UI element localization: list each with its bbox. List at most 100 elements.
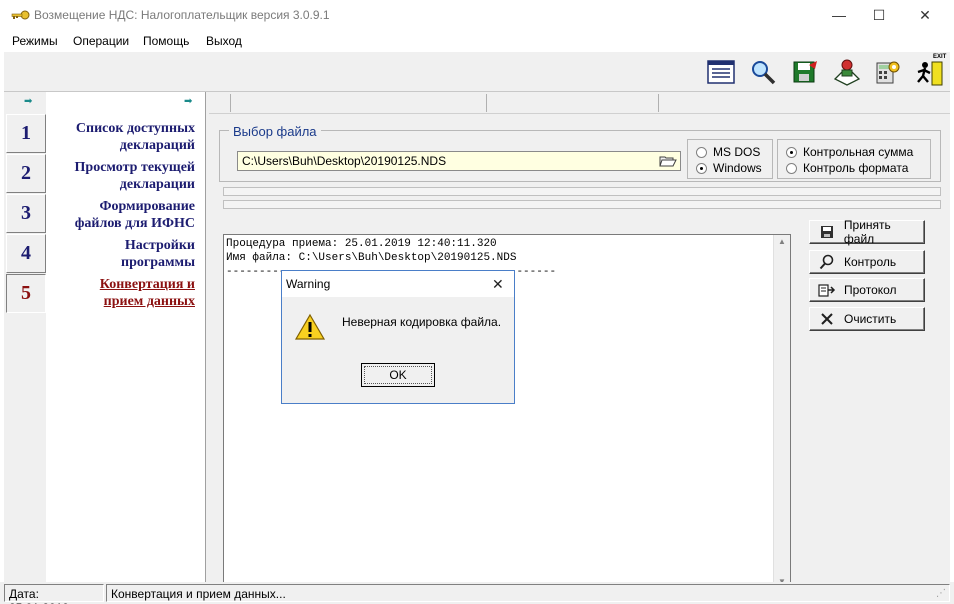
exit-run-icon — [917, 61, 943, 86]
progress-bar — [223, 200, 941, 209]
step-button-3[interactable]: 3 — [6, 194, 46, 233]
check-mode-radio-group: Контрольная сумма Контроль формата — [777, 139, 931, 179]
maximize-button[interactable]: ☐ — [856, 0, 902, 30]
radio-dot — [786, 162, 797, 174]
status-bar: Дата: 25.01.2019 Конвертация и прием дан… — [0, 582, 954, 604]
clear-button[interactable]: Очистить — [809, 307, 925, 331]
radio-dot — [696, 146, 707, 158]
toolbar-list-button[interactable] — [704, 56, 738, 88]
menu-modes[interactable]: Режимы — [12, 34, 58, 48]
radio-label: MS DOS — [713, 145, 761, 159]
protocol-document-icon — [818, 282, 836, 298]
browse-folder-button[interactable] — [658, 153, 678, 169]
document-list-icon — [707, 60, 735, 84]
warning-triangle-icon — [294, 313, 326, 340]
menu-bar: Режимы Операции Помощь Выход — [0, 30, 954, 52]
radio-format-check[interactable]: Контроль формата — [786, 160, 908, 176]
status-message: Конвертация и прием данных... — [106, 584, 950, 602]
radio-ms-dos[interactable]: MS DOS — [696, 144, 760, 160]
toolbar: EXIT — [4, 52, 950, 92]
log-scrollbar[interactable]: ▲ ▼ — [773, 235, 790, 591]
nav-item-current-declaration[interactable]: Просмотр текущей декларации — [75, 159, 195, 193]
progress-bar — [223, 187, 941, 196]
dialog-ok-button[interactable]: OK — [361, 363, 435, 387]
navigation-panel: ➡ Список доступных деклараций Просмотр т… — [46, 92, 206, 582]
nav-item-line: прием данных — [103, 294, 195, 309]
nav-item-line: декларации — [119, 177, 195, 192]
header-strip — [209, 92, 950, 114]
scroll-up-icon[interactable]: ▲ — [778, 237, 786, 246]
nav-item-line: деклараций — [119, 138, 195, 153]
nav-arrow-icon[interactable]: ➡ — [184, 96, 192, 107]
stamp-icon — [833, 59, 861, 86]
step-button-1[interactable]: 1 — [6, 114, 46, 153]
resize-grip-icon[interactable]: ⋰ — [936, 588, 946, 599]
header-segment — [209, 94, 231, 112]
nav-item-line: Просмотр текущей — [74, 160, 195, 175]
step-button-4[interactable]: 4 — [6, 234, 46, 273]
dialog-title-bar: Warning ✕ — [282, 271, 514, 297]
clear-x-icon — [818, 311, 836, 327]
nav-item-line: файлов для ИФНС — [74, 216, 195, 231]
close-icon: ✕ — [919, 6, 931, 23]
toolbar-stamp-button[interactable] — [830, 56, 864, 88]
nav-item-files-ifns[interactable]: Формирование файлов для ИФНС — [75, 198, 195, 232]
settings-calc-icon — [876, 61, 900, 84]
dialog-close-icon[interactable]: ✕ — [492, 276, 504, 293]
open-folder-icon — [659, 156, 677, 167]
log-line: Процедура приема: 25.01.2019 12:40:11.32… — [226, 238, 497, 250]
dialog-title: Warning — [286, 277, 331, 291]
accept-file-button[interactable]: Принять файл — [809, 218, 925, 246]
menu-help[interactable]: Помощь — [143, 34, 189, 48]
toolbar-settings-button[interactable] — [870, 56, 904, 88]
file-select-title: Выбор файла — [229, 124, 321, 139]
search-magnifier-icon — [752, 61, 776, 85]
accept-file-label: Принять файл — [843, 218, 891, 246]
exit-label: EXIT — [933, 54, 947, 60]
toolbar-save-button[interactable] — [788, 56, 822, 88]
magnifier-icon — [818, 254, 836, 270]
nav-item-line: Конвертация и — [99, 277, 195, 292]
control-button[interactable]: Контроль — [809, 250, 925, 274]
step-button-2[interactable]: 2 — [6, 154, 46, 193]
toolbar-exit-button[interactable]: EXIT — [912, 54, 947, 88]
menu-operations[interactable]: Операции — [73, 34, 129, 48]
protocol-label: Протокол — [844, 283, 897, 297]
nav-item-conversion[interactable]: Конвертация и прием данных — [100, 276, 195, 310]
radio-label: Контроль формата — [803, 161, 909, 175]
nav-item-declarations[interactable]: Список доступных деклараций — [76, 120, 195, 154]
radio-checksum[interactable]: Контрольная сумма — [786, 144, 913, 160]
control-label: Контроль — [844, 255, 897, 269]
log-line: Имя файла: C:\Users\Buh\Desktop\20190125… — [226, 252, 517, 264]
printer-disk-icon — [818, 224, 836, 240]
arrow-right-icon[interactable]: ➡ — [24, 96, 32, 107]
dialog-message: Неверная кодировка файла. — [342, 315, 502, 329]
protocol-button[interactable]: Протокол — [809, 278, 925, 302]
radio-windows[interactable]: Windows — [696, 160, 762, 176]
nav-item-settings[interactable]: Настройки программы — [121, 237, 195, 271]
key-app-icon — [11, 10, 30, 20]
menu-exit[interactable]: Выход — [206, 34, 242, 48]
nav-item-line: Формирование — [99, 199, 195, 214]
radio-dot — [786, 146, 797, 158]
save-disk-icon — [793, 61, 817, 83]
maximize-icon: ☐ — [872, 6, 886, 23]
header-segment — [487, 94, 659, 112]
step-number-strip: ➡ 1 2 3 4 5 — [4, 92, 46, 582]
radio-label: Windows — [713, 161, 762, 175]
dialog-ok-label: OK — [364, 366, 432, 384]
radio-dot — [696, 162, 707, 174]
radio-label: Контрольная сумма — [803, 145, 914, 159]
close-button[interactable]: ✕ — [902, 0, 948, 30]
title-bar: Возмещение НДС: Налогоплательщик версия … — [0, 0, 954, 30]
step-button-5[interactable]: 5 — [6, 274, 46, 313]
toolbar-search-button[interactable] — [746, 56, 780, 88]
minimize-icon: — — [832, 7, 846, 23]
nav-item-line: Настройки — [124, 238, 195, 253]
nav-item-line: программы — [121, 255, 195, 270]
file-path-input[interactable]: C:\Users\Buh\Desktop\20190125.NDS — [237, 151, 681, 171]
nav-item-line: Список доступных — [75, 121, 195, 136]
window-title: Возмещение НДС: Налогоплательщик версия … — [34, 8, 330, 22]
header-segment — [231, 94, 487, 112]
encoding-radio-group: MS DOS Windows — [687, 139, 773, 179]
